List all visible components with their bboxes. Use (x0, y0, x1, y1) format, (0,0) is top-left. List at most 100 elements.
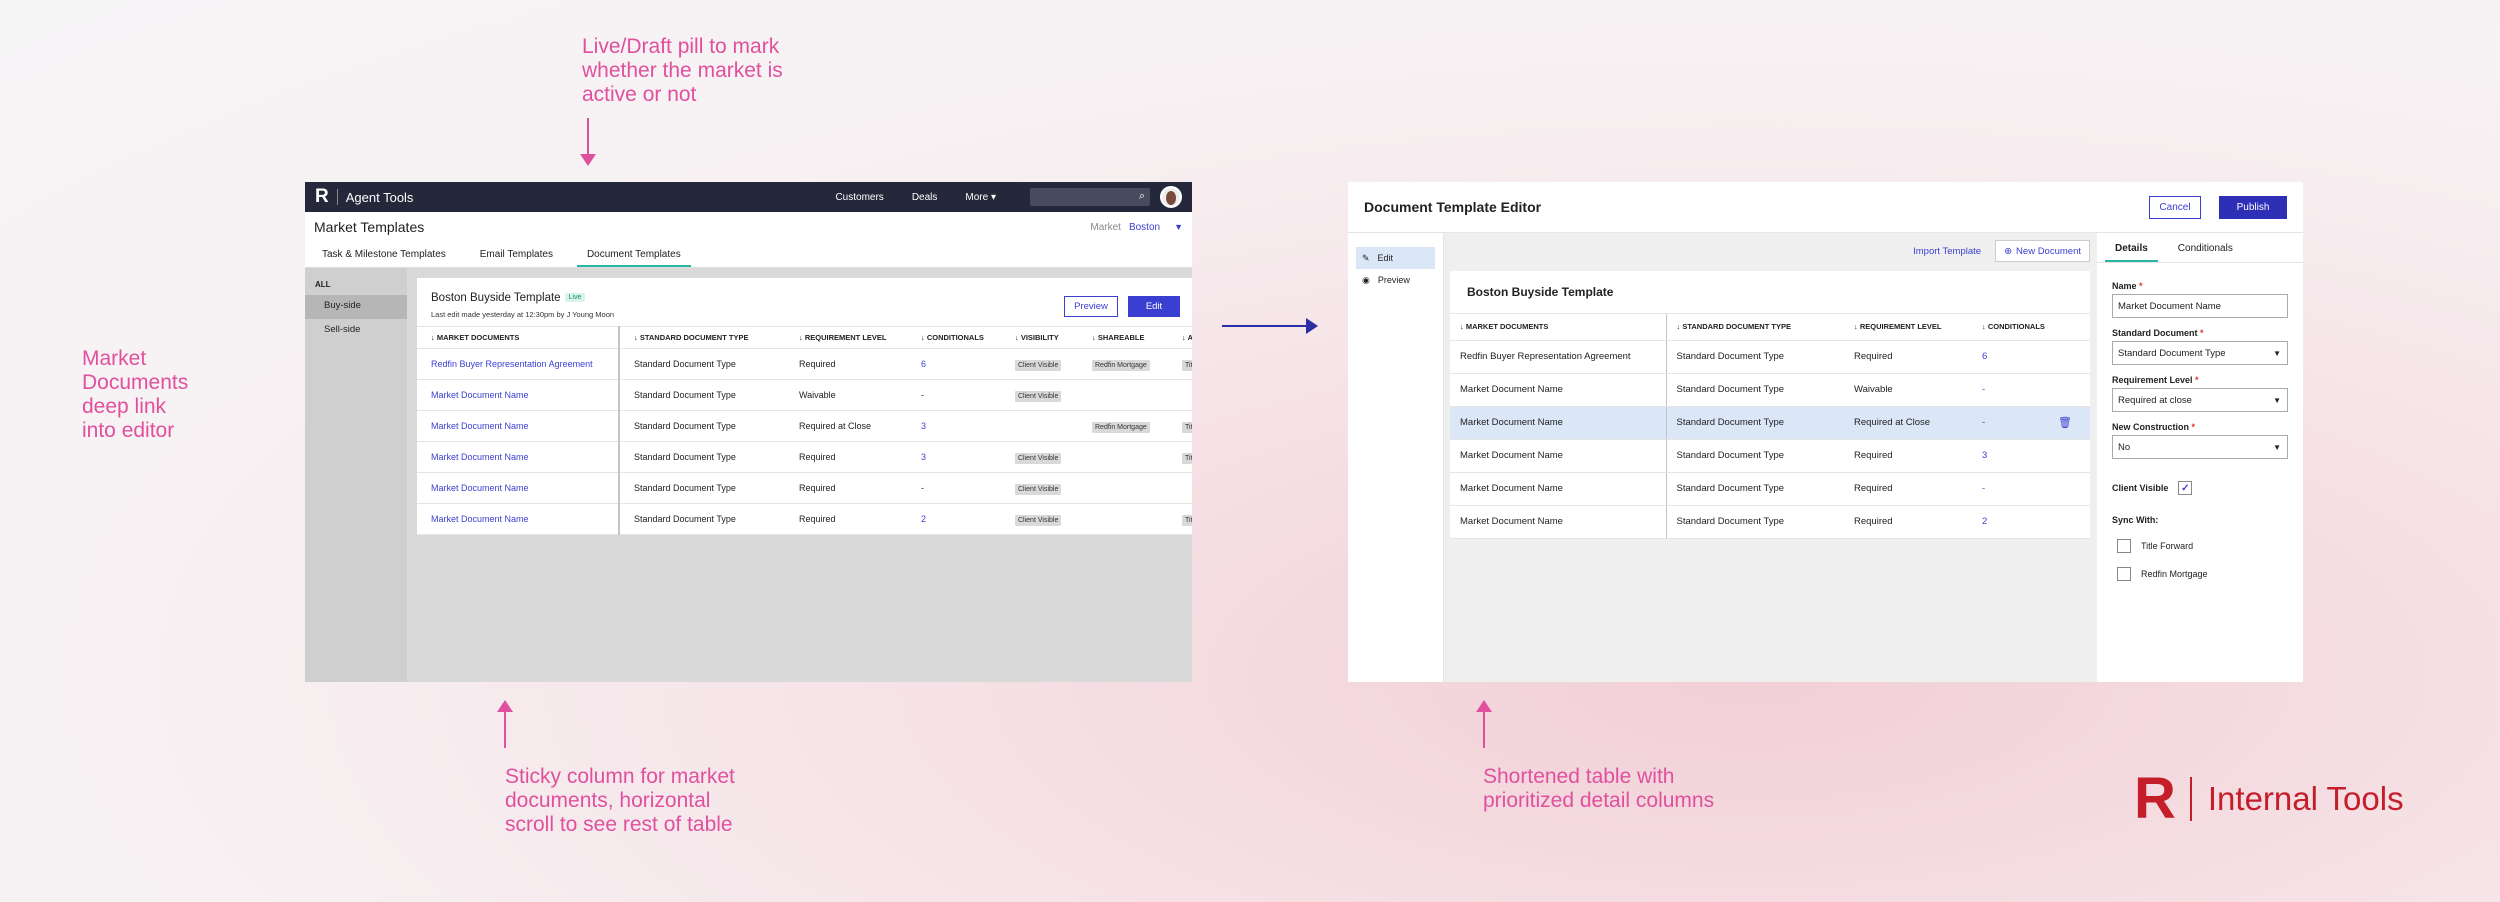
redfin-logo[interactable]: R (315, 186, 329, 208)
standard-document-select[interactable]: Standard Document Type ▼ (2112, 341, 2288, 365)
column-header-label: STANDARD DOCUMENT TYPE (639, 333, 749, 342)
tab-conditionals[interactable]: Conditionals (2168, 233, 2243, 262)
client-visible-checkbox[interactable]: ✓ (2178, 481, 2193, 495)
template-card: Boston Buyside Template Live Last edit ma… (417, 278, 1192, 535)
document-link[interactable]: Market Document Name (431, 452, 529, 462)
document-link[interactable]: Market Document Name (431, 421, 529, 431)
table-row[interactable]: Market Document Name Standard Document Ty… (1450, 505, 2090, 539)
nav-customers[interactable]: Customers (835, 192, 883, 203)
divider (2189, 777, 2192, 821)
table-cell: Market Document Name (1450, 472, 1667, 506)
panel-tabs: Details Conditionals (2097, 233, 2303, 263)
nav-more[interactable]: More ▾ (965, 192, 996, 203)
redfin-logo: R (2134, 766, 2176, 831)
conditionals-count[interactable]: - (1982, 417, 1985, 428)
conditionals-count[interactable]: 2 (1982, 516, 1987, 527)
conditionals-count[interactable]: 3 (921, 452, 926, 462)
avatar[interactable] (1160, 186, 1182, 208)
column-header[interactable]: ↓ STANDARD DOCUMENT TYPE (619, 326, 785, 349)
conditionals-count[interactable]: - (1982, 384, 1985, 395)
conditionals-count[interactable]: 3 (1982, 450, 1987, 461)
tab-details[interactable]: Details (2105, 233, 2158, 262)
sidebar-item-sell-side[interactable]: Sell-side (305, 319, 407, 343)
market-label: Market (1090, 221, 1121, 233)
column-header[interactable]: ↓ REQUIREMENT LEVEL (1844, 314, 1972, 341)
name-field[interactable]: Market Document Name (2112, 294, 2288, 318)
preview-button[interactable]: Preview (1064, 296, 1118, 317)
column-header-label: CONDITIONALS (1987, 322, 2045, 332)
nav-deals[interactable]: Deals (912, 192, 938, 203)
conditionals-count[interactable]: 6 (1982, 351, 1987, 362)
tag-chip: Redfin Mortgage (1092, 360, 1150, 371)
annotation-line: Shortened table with (1483, 765, 1675, 788)
sidebar-item-buy-side[interactable]: Buy-side (305, 295, 407, 319)
required-mark: * (2139, 281, 2143, 291)
document-link[interactable]: Market Document Name (431, 390, 529, 400)
column-header[interactable]: ↓ CONDITIONALS (1972, 314, 2048, 341)
table-row[interactable]: Market Document Name Standard Document Ty… (1450, 439, 2090, 473)
publish-button[interactable]: Publish (2219, 195, 2287, 219)
column-header[interactable]: ↓ REQUIREMENT LEVEL (785, 326, 907, 349)
document-link[interactable]: Market Document Name (431, 483, 529, 493)
column-header-label: SHAREABLE (1097, 333, 1145, 342)
tag-chip: Title (1182, 422, 1192, 433)
eye-icon: ◉ (1362, 274, 1370, 285)
cell-text: Required (1854, 516, 1893, 527)
table-row: Market Document Name Standard Document Ty… (417, 441, 1192, 473)
table-cell: Standard Document Type (619, 472, 785, 504)
editor-title: Document Template Editor (1364, 199, 1542, 215)
annotation-line: Live/Draft pill to mark (582, 35, 780, 58)
table-cell-actions (2048, 340, 2090, 374)
table-row[interactable]: Market Document Name Standard Document Ty… (1450, 406, 2090, 440)
editor-card-title: Boston Buyside Template (1450, 271, 2090, 314)
cancel-button[interactable]: Cancel (2149, 195, 2201, 219)
table-row[interactable]: Redfin Buyer Representation Agreement Sta… (1450, 340, 2090, 374)
client-visible-label: Client Visible (2112, 483, 2169, 493)
table-row[interactable]: Market Document Name Standard Document Ty… (1450, 373, 2090, 407)
sidebar-item-edit[interactable]: ✎ Edit (1356, 247, 1435, 269)
chevron-down-icon[interactable]: ▼ (1174, 222, 1183, 232)
tab-task-milestone[interactable]: Task & Milestone Templates (312, 242, 456, 267)
import-template-link[interactable]: Import Template (1913, 246, 1981, 257)
tab-document[interactable]: Document Templates (576, 242, 691, 267)
conditionals-count[interactable]: - (1982, 483, 1985, 494)
up-arrow-icon (1476, 700, 1492, 748)
column-header[interactable]: ↓ CONDITIONALS (907, 326, 1001, 349)
redfin-mortgage-checkbox[interactable] (2117, 567, 2131, 581)
trash-icon[interactable]: 🗑 (2058, 417, 2072, 429)
cell-text: Standard Document Type (1676, 417, 1785, 428)
tab-email[interactable]: Email Templates (470, 242, 563, 267)
market-select[interactable]: Boston (1129, 222, 1160, 233)
conditionals-count[interactable]: 3 (921, 421, 926, 431)
requirement-level-select[interactable]: Required at close ▼ (2112, 388, 2288, 412)
title-forward-checkbox[interactable] (2117, 539, 2131, 553)
column-header[interactable]: ↓ STANDARD DOCUMENT TYPE (1666, 314, 1844, 341)
table-cell (1078, 379, 1168, 411)
table-row: Market Document Name Standard Document Ty… (417, 379, 1192, 411)
column-header[interactable]: ↓ AU (1168, 326, 1192, 349)
new-construction-select[interactable]: No ▼ (2112, 435, 2288, 459)
search-input[interactable]: ⌕ (1030, 188, 1150, 206)
tag-chip: Client Visible (1015, 391, 1062, 402)
column-header[interactable]: ↓ MARKET DOCUMENTS (417, 326, 620, 349)
nav-more-label: More (965, 191, 989, 203)
document-link[interactable]: Market Document Name (431, 514, 529, 524)
column-header[interactable]: ↓ MARKET DOCUMENTS (1450, 314, 1667, 341)
conditionals-count[interactable]: 2 (921, 514, 926, 524)
sidebar-group: ALL (315, 280, 331, 289)
conditionals-count[interactable]: 6 (921, 359, 926, 369)
new-document-button[interactable]: ⊕ New Document (1995, 240, 2090, 262)
table-cell: Required (785, 441, 907, 473)
table-row[interactable]: Market Document Name Standard Document Ty… (1450, 472, 2090, 506)
column-header[interactable]: ↓ SHAREABLE (1078, 326, 1168, 349)
sidebar-item-preview[interactable]: ◉ Preview (1356, 269, 1435, 291)
table-cell: Required (1844, 439, 1972, 473)
column-header-actions (2048, 314, 2090, 341)
edit-button[interactable]: Edit (1128, 296, 1180, 317)
plus-circle-icon: ⊕ (2004, 245, 2013, 257)
table-cell: Client Visible (1001, 503, 1078, 535)
table-cell: Market Document Name (417, 472, 620, 504)
column-header[interactable]: ↓ VISIBILITY (1001, 326, 1078, 349)
annotation-line: documents, horizontal (505, 789, 711, 812)
document-link[interactable]: Redfin Buyer Representation Agreement (431, 359, 593, 369)
